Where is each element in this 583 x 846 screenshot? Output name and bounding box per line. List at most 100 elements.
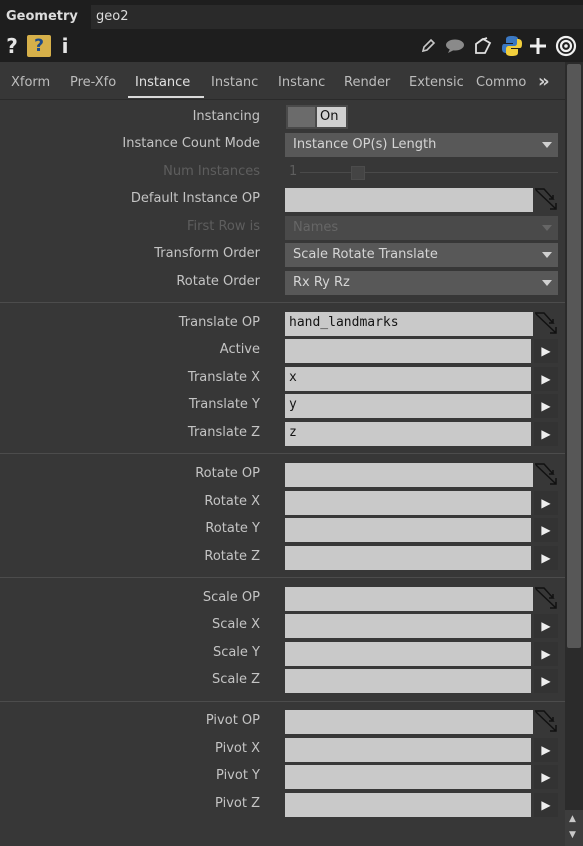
translate-x-field[interactable]: x: [285, 367, 531, 391]
play-arrow-icon[interactable]: ▶: [534, 738, 558, 762]
toolbar: ? ? i: [0, 31, 583, 62]
section-divider: [0, 577, 565, 578]
comment-icon[interactable]: [444, 35, 466, 57]
param-label: Scale Z: [211, 672, 260, 687]
num-instances-slider-track[interactable]: [300, 172, 558, 173]
param-label: Rotate Z: [204, 549, 260, 564]
page-tabs: Xform Pre-Xfo Instance Instanc Instanc R…: [0, 62, 565, 100]
param-label: Num Instances: [163, 164, 260, 179]
num-instances-value[interactable]: 1: [289, 164, 297, 179]
play-arrow-icon[interactable]: ▶: [534, 367, 558, 391]
operator-name-field[interactable]: geo2: [91, 5, 583, 29]
scale-op-field[interactable]: [285, 587, 533, 611]
param-rotate-order: Rotate Order Rx Ry Rz: [0, 270, 565, 295]
transform-order-menu[interactable]: Scale Rotate Translate: [285, 243, 558, 267]
first-row-menu[interactable]: Names: [285, 216, 558, 240]
plus-icon[interactable]: [528, 35, 548, 57]
param-label: Translate Y: [188, 397, 260, 412]
tab-instance-3[interactable]: Instanc: [278, 75, 334, 90]
toggle-state: On: [317, 107, 346, 127]
clone-icon[interactable]: [472, 35, 494, 57]
param-translate-z: Translate Z z ▶: [0, 421, 565, 446]
rotate-x-field[interactable]: [285, 491, 531, 515]
scale-y-field[interactable]: [285, 642, 531, 666]
rotate-y-field[interactable]: [285, 518, 531, 542]
toggle-knob: [288, 107, 315, 127]
scale-x-field[interactable]: [285, 614, 531, 638]
pencil-icon[interactable]: [419, 35, 437, 57]
play-arrow-icon[interactable]: ▶: [534, 669, 558, 693]
scroll-up-icon[interactable]: ▲: [569, 814, 576, 824]
menu-value: Scale Rotate Translate: [293, 247, 438, 262]
rotate-op-field[interactable]: [285, 463, 533, 487]
vertical-scrollbar[interactable]: ▲ ▼: [565, 62, 583, 846]
active-field[interactable]: [285, 339, 531, 363]
param-label: Translate X: [187, 370, 260, 385]
rotate-z-field[interactable]: [285, 546, 531, 570]
param-scale-z: Scale Z ▶: [0, 668, 565, 693]
play-arrow-icon[interactable]: ▶: [534, 394, 558, 418]
play-arrow-icon[interactable]: ▶: [534, 339, 558, 363]
translate-z-field[interactable]: z: [285, 422, 531, 446]
section-divider: [0, 701, 565, 702]
instancing-toggle[interactable]: On: [286, 105, 348, 129]
pivot-op-field[interactable]: [285, 710, 533, 734]
play-arrow-icon[interactable]: ▶: [534, 642, 558, 666]
param-label: Transform Order: [154, 246, 260, 261]
play-arrow-icon[interactable]: ▶: [534, 422, 558, 446]
play-arrow-icon[interactable]: ▶: [534, 765, 558, 789]
translate-op-field[interactable]: hand_landmarks: [285, 312, 533, 336]
chevron-down-icon: [542, 142, 552, 148]
pivot-z-field[interactable]: [285, 793, 531, 817]
help-icon[interactable]: ?: [4, 34, 20, 58]
rotate-order-menu[interactable]: Rx Ry Rz: [285, 271, 558, 295]
chevron-down-icon: [542, 280, 552, 286]
param-pivot-y: Pivot Y ▶: [0, 764, 565, 789]
op-browse-icon[interactable]: [533, 311, 560, 337]
count-mode-menu[interactable]: Instance OP(s) Length: [285, 133, 558, 157]
tab-xform[interactable]: Xform: [11, 75, 59, 90]
op-browse-icon[interactable]: [533, 462, 560, 488]
param-label: Rotate Order: [176, 274, 260, 289]
scale-z-field[interactable]: [285, 669, 531, 693]
default-instance-op-field[interactable]: [285, 188, 533, 212]
help-box-icon[interactable]: ?: [27, 35, 51, 57]
param-active: Active ▶: [0, 338, 565, 363]
scrollbar-thumb[interactable]: [567, 64, 581, 648]
param-label: Translate Z: [187, 425, 260, 440]
play-arrow-icon[interactable]: ▶: [534, 518, 558, 542]
op-browse-icon[interactable]: [533, 586, 560, 612]
play-arrow-icon[interactable]: ▶: [534, 546, 558, 570]
section-divider: [0, 302, 565, 303]
pivot-x-field[interactable]: [285, 738, 531, 762]
op-browse-icon[interactable]: [533, 187, 560, 213]
tab-render[interactable]: Render: [344, 75, 398, 90]
num-instances-slider-knob[interactable]: [351, 166, 365, 180]
info-icon[interactable]: i: [58, 34, 72, 58]
menu-value: Instance OP(s) Length: [293, 137, 437, 152]
param-label: Active: [219, 342, 260, 357]
play-arrow-icon[interactable]: ▶: [534, 491, 558, 515]
play-arrow-icon[interactable]: ▶: [534, 793, 558, 817]
op-browse-icon[interactable]: [533, 709, 560, 735]
scroll-down-icon[interactable]: ▼: [569, 830, 576, 840]
section-divider: [0, 453, 565, 454]
param-label: Scale Y: [212, 645, 260, 660]
translate-y-field[interactable]: y: [285, 394, 531, 418]
play-arrow-icon[interactable]: ▶: [534, 614, 558, 638]
param-rotate-op: Rotate OP: [0, 462, 565, 488]
target-icon[interactable]: [554, 35, 578, 57]
tab-instance-2[interactable]: Instanc: [211, 75, 267, 90]
title-bar: Geometry geo2: [0, 0, 583, 31]
tab-pre-xform[interactable]: Pre-Xfo: [70, 75, 124, 90]
param-label: Rotate OP: [195, 466, 260, 481]
pivot-y-field[interactable]: [285, 765, 531, 789]
python-icon[interactable]: [500, 35, 524, 57]
tab-common[interactable]: Commo: [476, 75, 530, 90]
tab-more-button[interactable]: »: [538, 71, 550, 92]
tab-instance[interactable]: Instance: [135, 75, 199, 90]
param-pivot-x: Pivot X ▶: [0, 737, 565, 762]
tab-extensions[interactable]: Extensic: [409, 75, 467, 90]
param-label: Pivot Z: [215, 796, 260, 811]
param-label: First Row is: [186, 219, 260, 234]
